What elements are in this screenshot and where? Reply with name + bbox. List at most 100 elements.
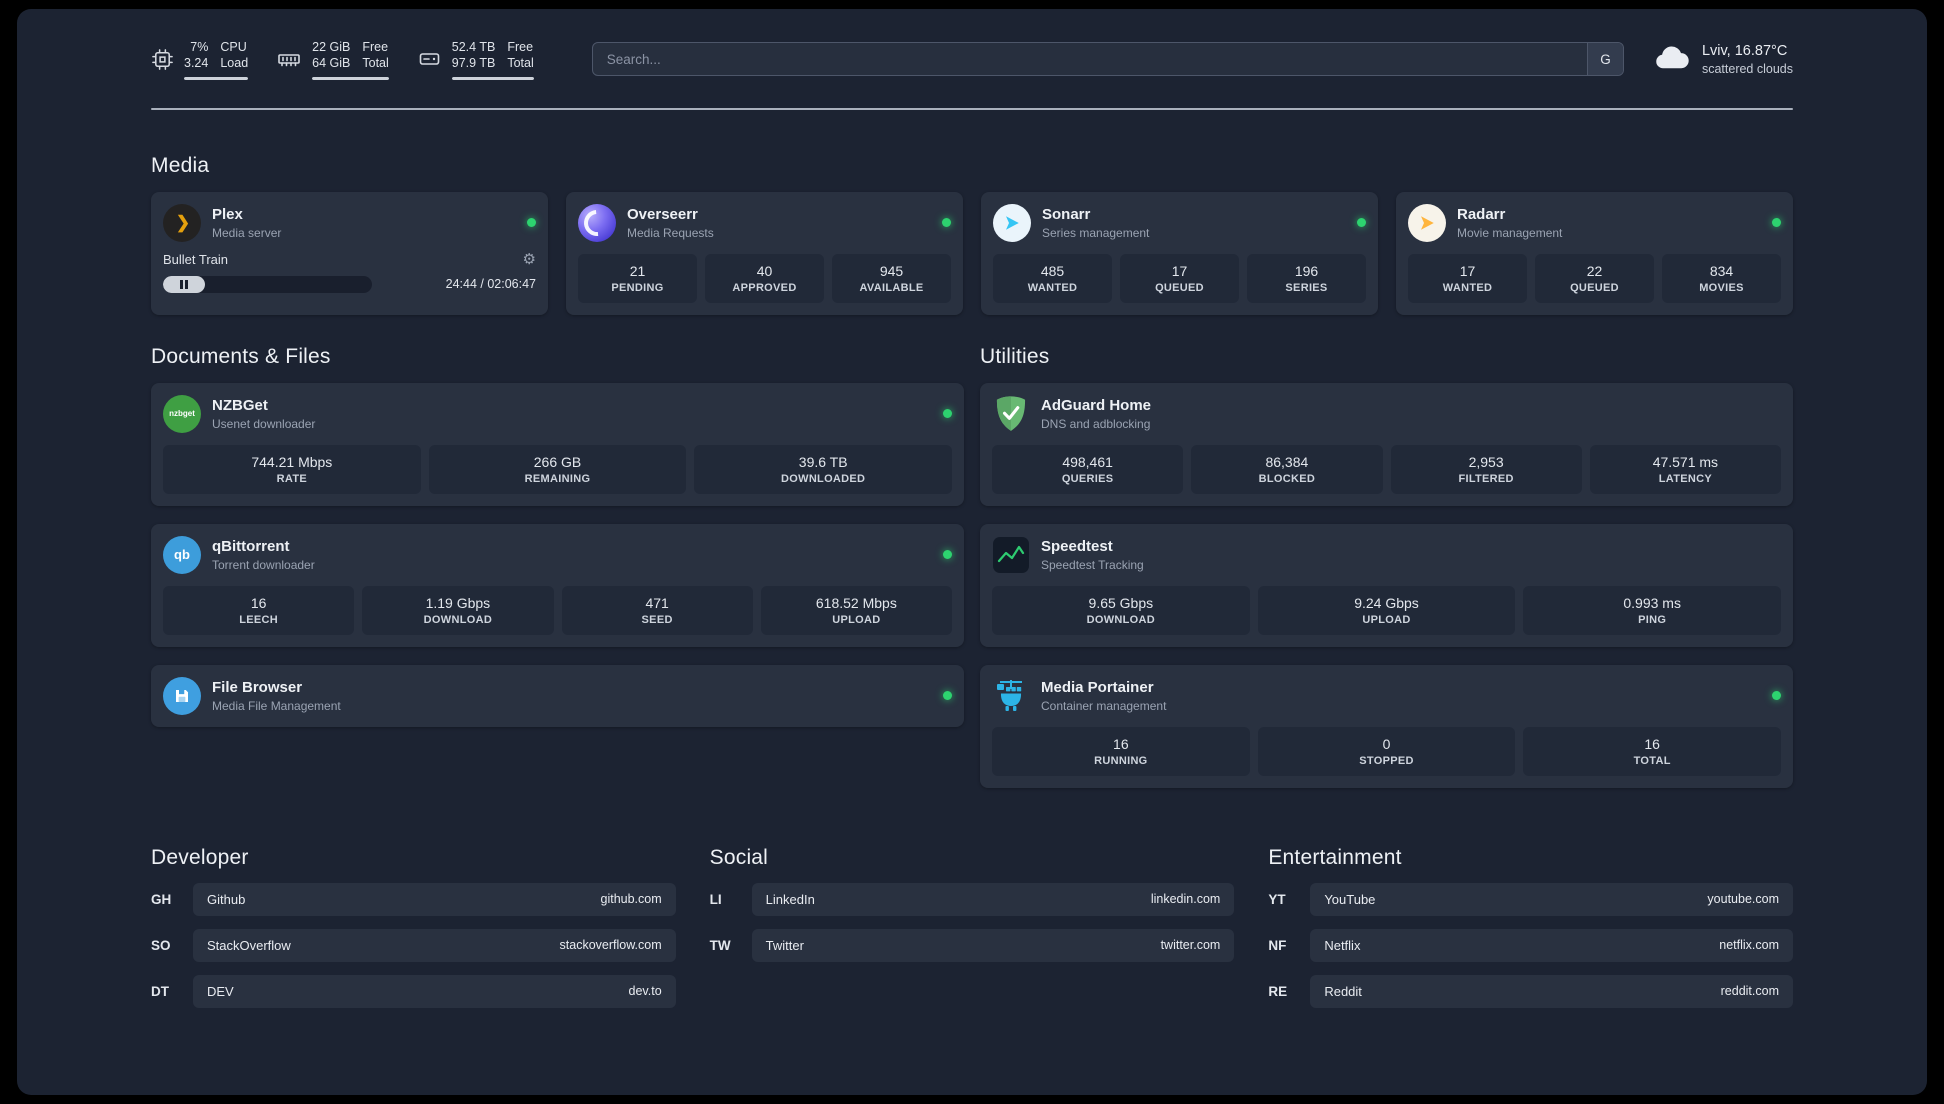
ram-widget: 22 GiB 64 GiB Free Total bbox=[276, 39, 389, 80]
disk-total-label: Total bbox=[507, 56, 534, 71]
stat-value: 9.65 Gbps bbox=[1088, 594, 1154, 611]
stat-tile: 196 SERIES bbox=[1247, 253, 1366, 303]
stat-label: RUNNING bbox=[1094, 754, 1148, 767]
section-title-media: Media bbox=[151, 153, 210, 177]
stat-tile: 834 MOVIES bbox=[1662, 253, 1781, 303]
portainer-icon bbox=[992, 677, 1030, 715]
stat-value: 196 bbox=[1294, 262, 1319, 279]
status-dot bbox=[943, 409, 952, 418]
bookmark-group-social: Social LI LinkedIn linkedin.com TW Twitt… bbox=[710, 846, 1235, 962]
bookmark-link-reddit[interactable]: Reddit reddit.com bbox=[1310, 974, 1793, 1008]
stat-tile: 498,461 QUERIES bbox=[992, 444, 1184, 494]
stat-label: QUEUED bbox=[1570, 281, 1619, 294]
app-name: qBittorrent bbox=[212, 537, 290, 555]
app-card-portainer[interactable]: Media Portainer Container management 16 … bbox=[980, 664, 1793, 788]
stat-label: FILTERED bbox=[1458, 472, 1514, 485]
utilities-column: Utilities AdGuard Home DNS and adblockin… bbox=[980, 345, 1793, 788]
ram-free-value: 22 GiB bbox=[312, 40, 351, 54]
stat-label: MOVIES bbox=[1699, 281, 1744, 294]
disk-icon bbox=[417, 47, 442, 71]
stat-label: QUERIES bbox=[1061, 472, 1114, 485]
stat-label: SEED bbox=[641, 613, 673, 626]
cpu-icon bbox=[151, 48, 174, 71]
bookmark-link-twitter[interactable]: Twitter twitter.com bbox=[751, 928, 1235, 962]
bookmark-abbr: RE bbox=[1268, 983, 1288, 999]
stat-value: 0 bbox=[1382, 735, 1391, 752]
ram-total-label: Total bbox=[362, 56, 389, 71]
stat-value: 22 bbox=[1586, 262, 1603, 279]
stat-tile: 17 QUEUED bbox=[1120, 253, 1239, 303]
status-dot bbox=[1357, 218, 1366, 227]
qbittorrent-icon: qb bbox=[163, 535, 201, 574]
stat-tile: 1.19 Gbps DOWNLOAD bbox=[362, 585, 554, 635]
stat-tile: 47.571 ms LATENCY bbox=[1589, 444, 1781, 494]
app-desc: DNS and adblocking bbox=[1041, 416, 1151, 431]
bookmark-link-netflix[interactable]: Netflix netflix.com bbox=[1310, 928, 1793, 962]
gear-icon[interactable]: ⚙ bbox=[523, 252, 536, 267]
search-engine-button[interactable]: G bbox=[1586, 43, 1623, 76]
app-desc: Series management bbox=[1042, 225, 1150, 240]
stat-value: 16 bbox=[250, 594, 267, 611]
dashboard-page: 7% 3.24 CPU Load 22 GiB 64 GiB Free Tota… bbox=[17, 9, 1927, 1095]
app-card-filebrowser[interactable]: File Browser Media File Management bbox=[151, 664, 964, 727]
bookmark-url: dev.to bbox=[628, 984, 662, 998]
stat-value: 618.52 Mbps bbox=[815, 594, 897, 611]
adguard-icon bbox=[992, 395, 1030, 433]
stat-label: DOWNLOAD bbox=[423, 613, 493, 626]
app-card-nzbget[interactable]: nzbget NZBGet Usenet downloader 744.21 M… bbox=[151, 382, 964, 506]
bookmark-link-dev[interactable]: DEV dev.to bbox=[193, 974, 676, 1008]
bookmark-row: DT DEV dev.to bbox=[151, 974, 676, 1008]
stat-value: 744.21 Mbps bbox=[251, 453, 333, 470]
stat-tile: 39.6 TB DOWNLOADED bbox=[694, 444, 953, 494]
bookmark-name: LinkedIn bbox=[765, 891, 815, 907]
app-card-overseerr[interactable]: Overseerr Media Requests 21 PENDING 40 A… bbox=[566, 191, 963, 315]
bookmark-row: YT YouTube youtube.com bbox=[1268, 882, 1793, 916]
app-card-speedtest[interactable]: Speedtest Speedtest Tracking 9.65 Gbps D… bbox=[980, 523, 1793, 647]
status-dot bbox=[527, 218, 536, 227]
app-card-sonarr[interactable]: Sonarr Series management 485 WANTED 17 Q… bbox=[981, 191, 1378, 315]
status-dot bbox=[943, 691, 952, 700]
stat-value: 834 bbox=[1709, 262, 1734, 279]
bookmark-link-linkedin[interactable]: LinkedIn linkedin.com bbox=[751, 882, 1235, 916]
bookmark-row: LI LinkedIn linkedin.com bbox=[710, 882, 1235, 916]
stat-tile: 2,953 FILTERED bbox=[1390, 444, 1582, 494]
pause-icon[interactable] bbox=[179, 279, 188, 289]
bookmark-link-stackoverflow[interactable]: StackOverflow stackoverflow.com bbox=[193, 928, 676, 962]
status-dot bbox=[943, 550, 952, 559]
playback-progress[interactable] bbox=[163, 275, 372, 293]
stat-value: 0.993 ms bbox=[1623, 594, 1681, 611]
cpu-progress-bar bbox=[184, 76, 249, 80]
stat-value: 471 bbox=[645, 594, 669, 611]
disk-total-value: 97.9 TB bbox=[451, 56, 496, 71]
bookmark-abbr: SO bbox=[151, 937, 171, 953]
bookmark-link-github[interactable]: Github github.com bbox=[193, 882, 676, 916]
app-card-radarr[interactable]: Radarr Movie management 17 WANTED 22 QUE… bbox=[1396, 191, 1793, 315]
bookmark-name: Reddit bbox=[1324, 983, 1362, 999]
search-input[interactable] bbox=[591, 42, 1624, 77]
stat-tile: 86,384 BLOCKED bbox=[1191, 444, 1383, 494]
filebrowser-icon bbox=[163, 676, 201, 715]
stat-label: QUEUED bbox=[1155, 281, 1204, 294]
weather-condition: scattered clouds bbox=[1701, 61, 1793, 76]
app-name: Sonarr bbox=[1042, 205, 1091, 223]
stat-label: REMAINING bbox=[524, 472, 591, 485]
weather-location: Lviv, 16.87°C bbox=[1701, 42, 1788, 59]
app-name: AdGuard Home bbox=[1041, 396, 1152, 414]
section-title-utilities: Utilities bbox=[980, 344, 1050, 368]
bookmark-abbr: DT bbox=[151, 983, 169, 999]
app-card-plex[interactable]: ❯ Plex Media server Bullet Train ⚙ 24:44… bbox=[151, 191, 548, 315]
app-card-adguard[interactable]: AdGuard Home DNS and adblocking 498,461 … bbox=[980, 382, 1793, 506]
stat-tile: 9.24 Gbps UPLOAD bbox=[1257, 585, 1516, 635]
bookmark-url: github.com bbox=[600, 892, 662, 906]
search-bar: G bbox=[591, 42, 1624, 77]
app-card-qbittorrent[interactable]: qb qBittorrent Torrent downloader 16 LEE… bbox=[151, 523, 964, 647]
app-name: File Browser bbox=[212, 678, 303, 696]
bookmark-link-youtube[interactable]: YouTube youtube.com bbox=[1310, 882, 1793, 916]
stat-value: 498,461 bbox=[1062, 453, 1113, 470]
stat-value: 485 bbox=[1040, 262, 1065, 279]
cpu-label: CPU bbox=[220, 40, 247, 54]
documents-column: Documents & Files nzbget NZBGet Usenet d… bbox=[151, 345, 964, 788]
top-bar: 7% 3.24 CPU Load 22 GiB 64 GiB Free Tota… bbox=[151, 9, 1793, 80]
bookmark-name: Netflix bbox=[1324, 937, 1361, 953]
bookmark-row: GH Github github.com bbox=[151, 882, 676, 916]
